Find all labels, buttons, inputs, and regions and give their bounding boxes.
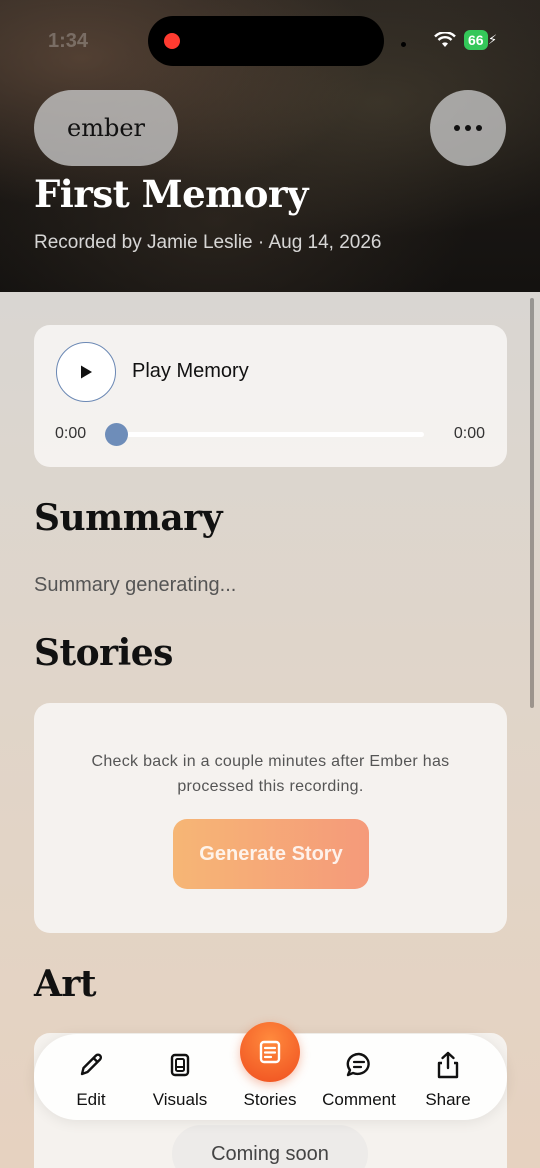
share-icon <box>437 1051 459 1079</box>
ember-home-button[interactable]: ember <box>34 90 178 166</box>
recording-meta: Recorded by Jamie Leslie · Aug 14, 2026 <box>34 232 382 253</box>
stories-message: Check back in a couple minutes after Emb… <box>91 753 450 795</box>
camera-dot <box>401 42 406 47</box>
scrollbar[interactable] <box>530 298 534 708</box>
tab-edit[interactable]: Edit <box>46 1034 136 1120</box>
tab-edit-label: Edit <box>76 1090 106 1109</box>
more-options-button[interactable] <box>430 90 506 166</box>
play-button[interactable] <box>56 342 116 402</box>
more-dot-icon <box>454 125 460 131</box>
dynamic-island <box>148 16 384 66</box>
charging-icon: ⚡ <box>488 32 498 47</box>
progress-track[interactable] <box>114 432 424 437</box>
more-dot-icon <box>476 125 482 131</box>
art-heading: Art <box>34 963 97 1005</box>
summary-text: Summary generating... <box>34 574 237 596</box>
audio-player-card: Play Memory 0:00 0:00 <box>34 325 507 467</box>
summary-heading: Summary <box>34 497 223 539</box>
tab-stories-label: Stories <box>243 1090 297 1109</box>
stories-heading: Stories <box>34 632 173 674</box>
wifi-icon <box>434 32 456 47</box>
more-dot-icon <box>465 125 471 131</box>
stories-tab-active-button[interactable] <box>240 1022 300 1082</box>
status-time: 1:34 <box>48 30 89 52</box>
hero-header: 1:34 66 ⚡ ember First Memory Recorded by… <box>0 0 540 292</box>
play-label: Play Memory <box>132 360 249 382</box>
gallery-icon <box>170 1053 190 1077</box>
recording-indicator-icon <box>164 33 180 49</box>
coming-soon-badge: Coming soon <box>172 1125 368 1168</box>
page-title: First Memory <box>34 172 308 216</box>
tab-share[interactable]: Share <box>403 1034 493 1120</box>
document-icon <box>259 1040 281 1064</box>
progress-thumb[interactable] <box>105 423 128 446</box>
generate-story-button[interactable]: Generate Story <box>173 819 369 889</box>
tab-visuals-label: Visuals <box>152 1090 208 1109</box>
pencil-icon <box>80 1053 103 1076</box>
stories-card: Check back in a couple minutes after Emb… <box>34 703 507 933</box>
tab-visuals[interactable]: Visuals <box>135 1034 225 1120</box>
status-bar: 1:34 66 ⚡ <box>0 0 540 80</box>
tab-comment[interactable]: Comment <box>314 1034 404 1120</box>
duration-time: 0:00 <box>453 425 485 442</box>
play-icon <box>81 365 92 379</box>
current-time: 0:00 <box>55 425 87 442</box>
tab-comment-label: Comment <box>322 1090 396 1109</box>
tab-share-label: Share <box>425 1090 471 1109</box>
chat-bubble-icon <box>346 1052 370 1077</box>
battery-level: 66 <box>464 30 488 50</box>
